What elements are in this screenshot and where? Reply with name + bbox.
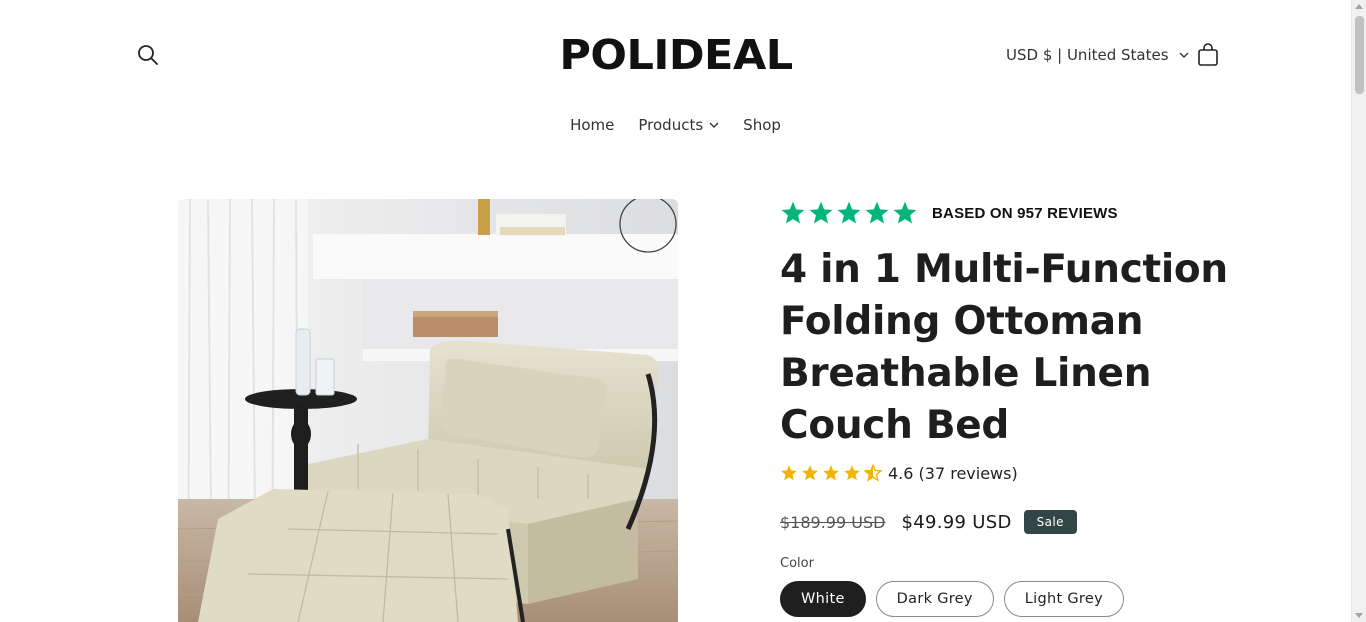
product-title: 4 in 1 Multi-Function Folding Ottoman Br…: [780, 247, 1228, 448]
star-icon: [893, 201, 917, 224]
search-button[interactable]: [133, 40, 163, 70]
scrollbar-thumb[interactable]: [1355, 16, 1364, 94]
price: $189.99 USD $49.99 USD Sale: [780, 508, 1230, 536]
trust-rating[interactable]: BASED ON 957 REVIEWS: [780, 198, 1230, 228]
currency-selector[interactable]: USD $ | United States: [1006, 44, 1189, 66]
color-option-white[interactable]: White: [780, 581, 866, 617]
nav-shop-label: Shop: [743, 116, 781, 134]
chevron-down-icon: [709, 122, 719, 128]
nav-products-label: Products: [638, 116, 704, 134]
color-label: Color: [780, 556, 814, 571]
search-icon: [138, 45, 158, 65]
cart-icon: [1198, 43, 1218, 66]
rating-text: 4.6 (37 reviews): [888, 463, 1018, 483]
product-rating[interactable]: 4.6 (37 reviews): [780, 462, 1230, 484]
rating-stars: [780, 464, 882, 482]
sale-price: $49.99 USD: [901, 511, 1012, 533]
nav-item-products[interactable]: Products: [626, 112, 731, 138]
star-icon: [844, 465, 860, 481]
scroll-up-icon[interactable]: [1355, 4, 1363, 9]
nav-item-shop[interactable]: Shop: [731, 112, 793, 138]
scroll-down-icon[interactable]: [1355, 613, 1363, 618]
site-header: POLIDEAL USD $ | United States Home Prod…: [0, 0, 1351, 160]
trust-stars: [780, 200, 918, 226]
color-option-dark-grey[interactable]: Dark Grey: [875, 581, 994, 617]
product-image[interactable]: [178, 199, 678, 622]
color-option-light-grey[interactable]: Light Grey: [1003, 581, 1124, 617]
half-star-icon: [864, 464, 882, 482]
trust-review-count: BASED ON 957 REVIEWS: [932, 204, 1118, 222]
main-nav: Home Products Shop: [0, 112, 1351, 138]
product-photo: [178, 199, 678, 622]
cart-button[interactable]: [1193, 40, 1223, 70]
nav-home-label: Home: [570, 116, 615, 134]
page-scrollbar[interactable]: [1351, 0, 1366, 622]
star-icon: [865, 201, 889, 224]
compare-price: $189.99 USD: [780, 512, 886, 532]
chevron-down-icon: [1179, 52, 1189, 58]
color-options: White Dark Grey Light Grey: [780, 581, 1230, 617]
star-icon: [809, 201, 833, 224]
star-icon: [781, 465, 797, 481]
product-info: BASED ON 957 REVIEWS 4 in 1 Multi-Functi…: [780, 198, 1230, 617]
star-icon: [837, 201, 861, 224]
star-icon: [802, 465, 818, 481]
star-icon: [823, 465, 839, 481]
currency-label: USD $ | United States: [1006, 46, 1169, 64]
sale-badge: Sale: [1023, 510, 1077, 534]
site-logo[interactable]: POLIDEAL: [538, 30, 813, 80]
nav-item-home[interactable]: Home: [558, 112, 626, 138]
star-icon: [781, 201, 805, 224]
